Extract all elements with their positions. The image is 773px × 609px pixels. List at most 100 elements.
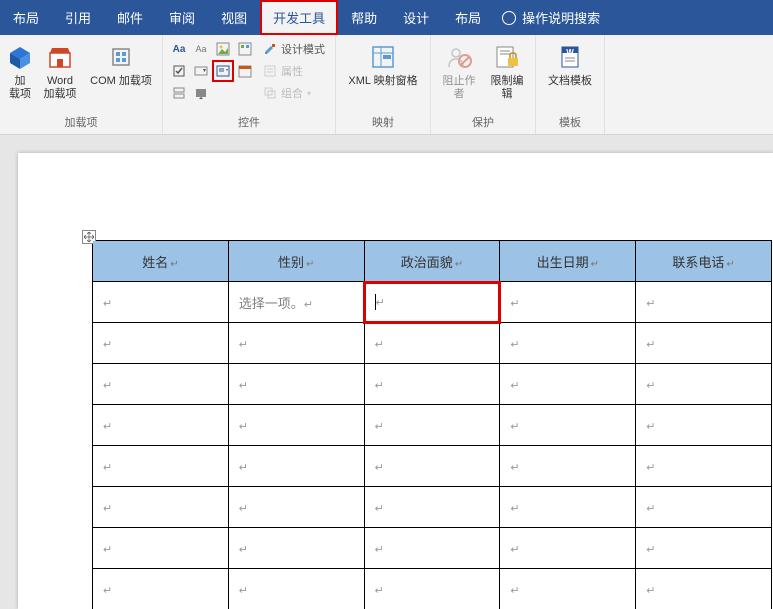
cell[interactable]: ↵ (364, 446, 500, 487)
cell[interactable]: ↵ (500, 569, 636, 609)
form-table[interactable]: 姓名↵ 性别↵ 政治面貌↵ 出生日期↵ 联系电话↵ ↵ 选择一项。↵ ↵ ↵ ↵… (92, 240, 772, 609)
addins-label: 加 载项 (9, 75, 31, 101)
cell[interactable]: ↵ (500, 405, 636, 446)
cell[interactable]: ↵ (500, 528, 636, 569)
tab-reference[interactable]: 引用 (52, 0, 104, 35)
cell[interactable]: ↵ (228, 405, 364, 446)
tab-developer[interactable]: 开发工具 (260, 0, 338, 35)
cell[interactable]: ↵ (228, 487, 364, 528)
cell[interactable]: ↵ (228, 528, 364, 569)
tab-mailings[interactable]: 邮件 (104, 0, 156, 35)
cell[interactable]: ↵ (364, 487, 500, 528)
cell[interactable]: ↵ (228, 323, 364, 364)
cell[interactable]: ↵ (500, 446, 636, 487)
tell-me-search[interactable]: 操作说明搜索 (502, 0, 600, 35)
cell-gender-dropdown[interactable]: 选择一项。↵ (228, 282, 364, 323)
cell-active[interactable]: ↵ (364, 282, 500, 323)
properties-label: 属性 (281, 63, 303, 79)
rich-text-control[interactable]: Aa (169, 39, 189, 59)
tab-review[interactable]: 审阅 (156, 0, 208, 35)
group-addins-label: 加载项 (65, 112, 98, 132)
cell[interactable]: ↵ (636, 405, 772, 446)
controls-grid: Aa Aa (169, 39, 255, 103)
doc-template-button[interactable]: W 文档模板 (542, 39, 598, 90)
cell[interactable]: ↵ (500, 282, 636, 323)
cell[interactable]: ↵ (636, 446, 772, 487)
table-header-row: 姓名↵ 性别↵ 政治面貌↵ 出生日期↵ 联系电话↵ (93, 241, 772, 282)
building-block-control[interactable] (235, 39, 255, 59)
group-control-label: 组合 (281, 85, 303, 101)
word-addins-label: Word 加载项 (44, 75, 77, 101)
svg-text:W: W (566, 48, 574, 57)
table-row: ↵↵↵↵↵ (93, 487, 772, 528)
th-name[interactable]: 姓名↵ (93, 241, 229, 282)
properties-icon (263, 64, 277, 78)
cell[interactable]: ↵ (364, 405, 500, 446)
group-template-label: 模板 (559, 112, 581, 132)
repeating-section-control[interactable] (169, 83, 189, 103)
cell[interactable]: ↵ (500, 323, 636, 364)
cell[interactable]: ↵ (364, 569, 500, 609)
document-area: 姓名↵ 性别↵ 政治面貌↵ 出生日期↵ 联系电话↵ ↵ 选择一项。↵ ↵ ↵ ↵… (0, 135, 773, 609)
th-phone[interactable]: 联系电话↵ (636, 241, 772, 282)
design-mode-button[interactable]: 设计模式 (259, 39, 329, 59)
cell[interactable]: ↵ (93, 323, 229, 364)
cell[interactable]: ↵ (636, 282, 772, 323)
group-controls-label: 控件 (238, 112, 260, 132)
addins-button[interactable]: 加 载项 (6, 39, 34, 103)
page[interactable]: 姓名↵ 性别↵ 政治面貌↵ 出生日期↵ 联系电话↵ ↵ 选择一项。↵ ↵ ↵ ↵… (18, 153, 773, 609)
cell[interactable]: ↵ (93, 528, 229, 569)
tab-design[interactable]: 设计 (390, 0, 442, 35)
cell[interactable]: ↵ (500, 364, 636, 405)
cell[interactable]: ↵ (93, 446, 229, 487)
word-addins-button[interactable]: Word 加载项 (38, 39, 82, 103)
dropdown-list-control[interactable] (213, 61, 233, 81)
ribbon: 加 载项 Word 加载项 COM 加载项 加载项 Aa Aa (0, 35, 773, 135)
cell[interactable]: ↵ (228, 446, 364, 487)
cell[interactable]: ↵ (636, 528, 772, 569)
design-mode-icon (263, 42, 277, 56)
tab-help[interactable]: 帮助 (338, 0, 390, 35)
block-authors-label: 阻止作者 (439, 75, 479, 101)
cell[interactable]: ↵ (636, 487, 772, 528)
cell[interactable]: ↵ (93, 282, 229, 323)
cell[interactable]: ↵ (364, 323, 500, 364)
restrict-editing-button[interactable]: 限制编辑 (485, 39, 529, 103)
xml-mapping-icon (367, 41, 399, 73)
tab-view[interactable]: 视图 (208, 0, 260, 35)
cell[interactable]: ↵ (228, 569, 364, 609)
table-row: ↵↵↵↵↵ (93, 364, 772, 405)
cell[interactable]: ↵ (364, 528, 500, 569)
legacy-tools[interactable] (191, 83, 211, 103)
com-addins-button[interactable]: COM 加载项 (86, 39, 156, 90)
plain-text-control[interactable]: Aa (191, 39, 211, 59)
date-picker-control[interactable] (235, 61, 255, 81)
cell[interactable]: ↵ (93, 364, 229, 405)
group-addins: 加 载项 Word 加载项 COM 加载项 加载项 (0, 35, 163, 134)
cell[interactable]: ↵ (636, 364, 772, 405)
table-row: ↵↵↵↵↵ (93, 405, 772, 446)
group-controls: Aa Aa 设计模式 属性 (163, 35, 336, 134)
cell[interactable]: ↵ (93, 569, 229, 609)
tab-layout2[interactable]: 布局 (442, 0, 494, 35)
tab-layout[interactable]: 布局 (0, 0, 52, 35)
combobox-control[interactable] (191, 61, 211, 81)
doc-template-label: 文档模板 (548, 75, 592, 88)
cell[interactable]: ↵ (93, 405, 229, 446)
checkbox-control[interactable] (169, 61, 189, 81)
cell[interactable]: ↵ (500, 487, 636, 528)
th-gender[interactable]: 性别↵ (228, 241, 364, 282)
store-icon (44, 41, 76, 73)
cell[interactable]: ↵ (228, 364, 364, 405)
xml-mapping-button[interactable]: XML 映射窗格 (342, 39, 424, 90)
cell[interactable]: ↵ (636, 323, 772, 364)
picture-control[interactable] (213, 39, 233, 59)
group-template: W 文档模板 模板 (536, 35, 605, 134)
th-birth[interactable]: 出生日期↵ (500, 241, 636, 282)
cell[interactable]: ↵ (364, 364, 500, 405)
th-political[interactable]: 政治面貌↵ (364, 241, 500, 282)
cell[interactable]: ↵ (636, 569, 772, 609)
cell[interactable]: ↵ (93, 487, 229, 528)
group-protect: 阻止作者 限制编辑 保护 (431, 35, 536, 134)
group-protect-label: 保护 (472, 112, 494, 132)
